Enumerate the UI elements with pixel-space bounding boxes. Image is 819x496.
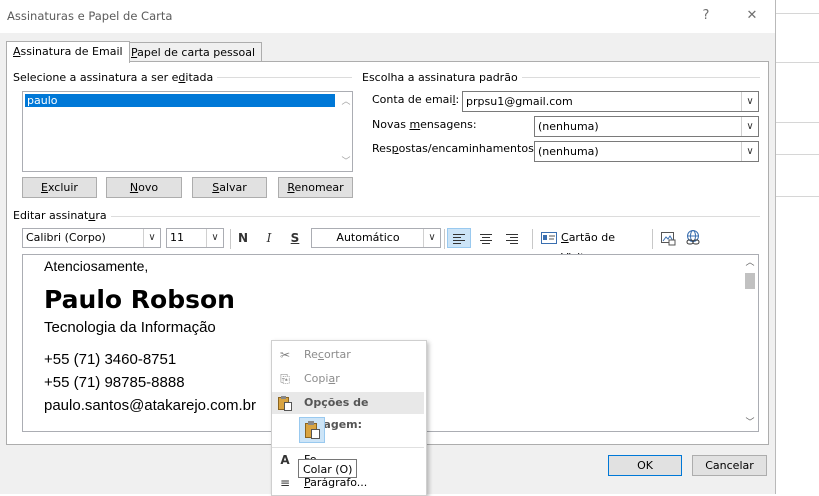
menu-item-cut[interactable]: ✂ Recortar [272, 344, 424, 366]
toolbar-separator [532, 229, 533, 249]
background-window [776, 0, 819, 494]
bold-button[interactable]: N [236, 228, 250, 248]
scissors-icon: ✂ [279, 348, 291, 362]
signature-email: paulo.santos@atakarejo.com.br [44, 397, 257, 414]
group-divider [200, 77, 352, 78]
hyperlink-icon [686, 230, 700, 245]
paste-keep-source-button[interactable] [299, 417, 325, 443]
background-gridline [776, 13, 819, 14]
edit-signature-label: Editar assinatura [13, 209, 111, 222]
ok-button[interactable]: OK [608, 455, 682, 476]
save-button[interactable]: Salvar [192, 177, 267, 198]
toolbar-separator [652, 229, 653, 249]
scroll-thumb[interactable] [745, 273, 755, 289]
chevron-down-icon: ∨ [741, 142, 758, 161]
scroll-down-icon[interactable]: ﹀ [743, 417, 757, 429]
rename-button[interactable]: Renomear [278, 177, 353, 198]
group-divider [102, 216, 760, 217]
title-bar: Assinaturas e Papel de Carta ? ✕ [0, 0, 775, 33]
font-select[interactable]: Calibri (Corpo) ∨ [22, 228, 161, 248]
default-signature-label: Escolha a assinatura padrão [362, 71, 522, 84]
align-left-button[interactable] [447, 228, 471, 248]
scroll-up-icon[interactable]: ︿ [339, 96, 353, 108]
business-card-icon [541, 232, 557, 244]
background-gridline [776, 154, 819, 155]
delete-button[interactable]: Excluir [22, 177, 97, 198]
new-messages-label: Novas mensagens: [372, 118, 477, 131]
scroll-up-icon[interactable]: ︿ [743, 257, 757, 269]
new-messages-select[interactable]: (nenhuma) ∨ [534, 116, 759, 137]
align-right-icon [506, 234, 518, 244]
align-center-button[interactable] [474, 228, 498, 248]
menu-item-copy[interactable]: ⎘ Copiar [272, 368, 424, 390]
italic-button[interactable]: I [262, 228, 276, 248]
align-left-icon [453, 234, 465, 244]
picture-icon [661, 232, 676, 246]
list-item[interactable]: paulo [25, 94, 335, 107]
chevron-down-icon: ∨ [143, 229, 160, 247]
underline-button[interactable]: S [288, 228, 302, 248]
paste-icon [278, 396, 292, 411]
background-gridline [776, 122, 819, 123]
copy-icon: ⎘ [280, 372, 290, 386]
dialog-title: Assinaturas e Papel de Carta [7, 9, 173, 23]
cancel-button[interactable]: Cancelar [692, 455, 767, 476]
chevron-down-icon: ∨ [741, 92, 758, 111]
background-gridline [776, 196, 819, 197]
replies-forwards-select[interactable]: (nenhuma) ∨ [534, 141, 759, 162]
close-button[interactable]: ✕ [738, 5, 766, 27]
tab-personal-stationery[interactable]: Papel de carta pessoal [124, 42, 263, 62]
signature-phone-2: +55 (71) 98785-8888 [44, 374, 185, 391]
signature-phone-1: +55 (71) 3460-8751 [44, 351, 177, 368]
chevron-down-icon: ∨ [423, 229, 440, 247]
replies-forwards-label: Respostas/encaminhamentos: [372, 142, 538, 155]
paragraph-icon: ≡ [279, 476, 291, 490]
business-card-button[interactable]: Cartão de Visita [540, 228, 648, 264]
signature-list[interactable]: paulo ︿ ﹀ [22, 91, 353, 172]
group-divider [512, 77, 760, 78]
signature-name: Paulo Robson [44, 285, 235, 314]
toolbar-separator [444, 229, 445, 249]
email-account-select[interactable]: prpsu1@gmail.com ∨ [462, 91, 759, 112]
font-color-select[interactable]: Automático ∨ [311, 228, 441, 248]
toolbar-separator [230, 229, 231, 249]
signature-closing: Atenciosamente, [44, 258, 149, 274]
paste-tooltip: Colar (O) [298, 459, 358, 478]
tab-email-signature[interactable]: Assinatura de Email [6, 41, 130, 63]
paste-icon [305, 421, 320, 439]
select-signature-label: Selecione a assinatura a ser editada [13, 71, 218, 84]
insert-picture-button[interactable] [659, 229, 677, 247]
background-gridline [776, 62, 819, 63]
font-icon: A [280, 453, 290, 467]
new-button[interactable]: Novo [106, 177, 182, 198]
menu-divider [272, 447, 424, 448]
insert-hyperlink-button[interactable] [684, 229, 704, 247]
editor-scrollbar[interactable]: ︿ ﹀ [742, 255, 758, 431]
font-size-select[interactable]: 11 ∨ [166, 228, 224, 248]
chevron-down-icon: ∨ [206, 229, 223, 247]
align-right-button[interactable] [500, 228, 524, 248]
chevron-down-icon: ∨ [741, 117, 758, 136]
email-account-label: Conta de email: [372, 93, 460, 106]
signature-department: Tecnologia da Informação [44, 319, 216, 336]
paste-options-header: Opções de Colagem: [272, 392, 424, 431]
scroll-down-icon[interactable]: ﹀ [339, 156, 353, 168]
align-center-icon [480, 234, 492, 244]
help-button[interactable]: ? [692, 5, 720, 27]
